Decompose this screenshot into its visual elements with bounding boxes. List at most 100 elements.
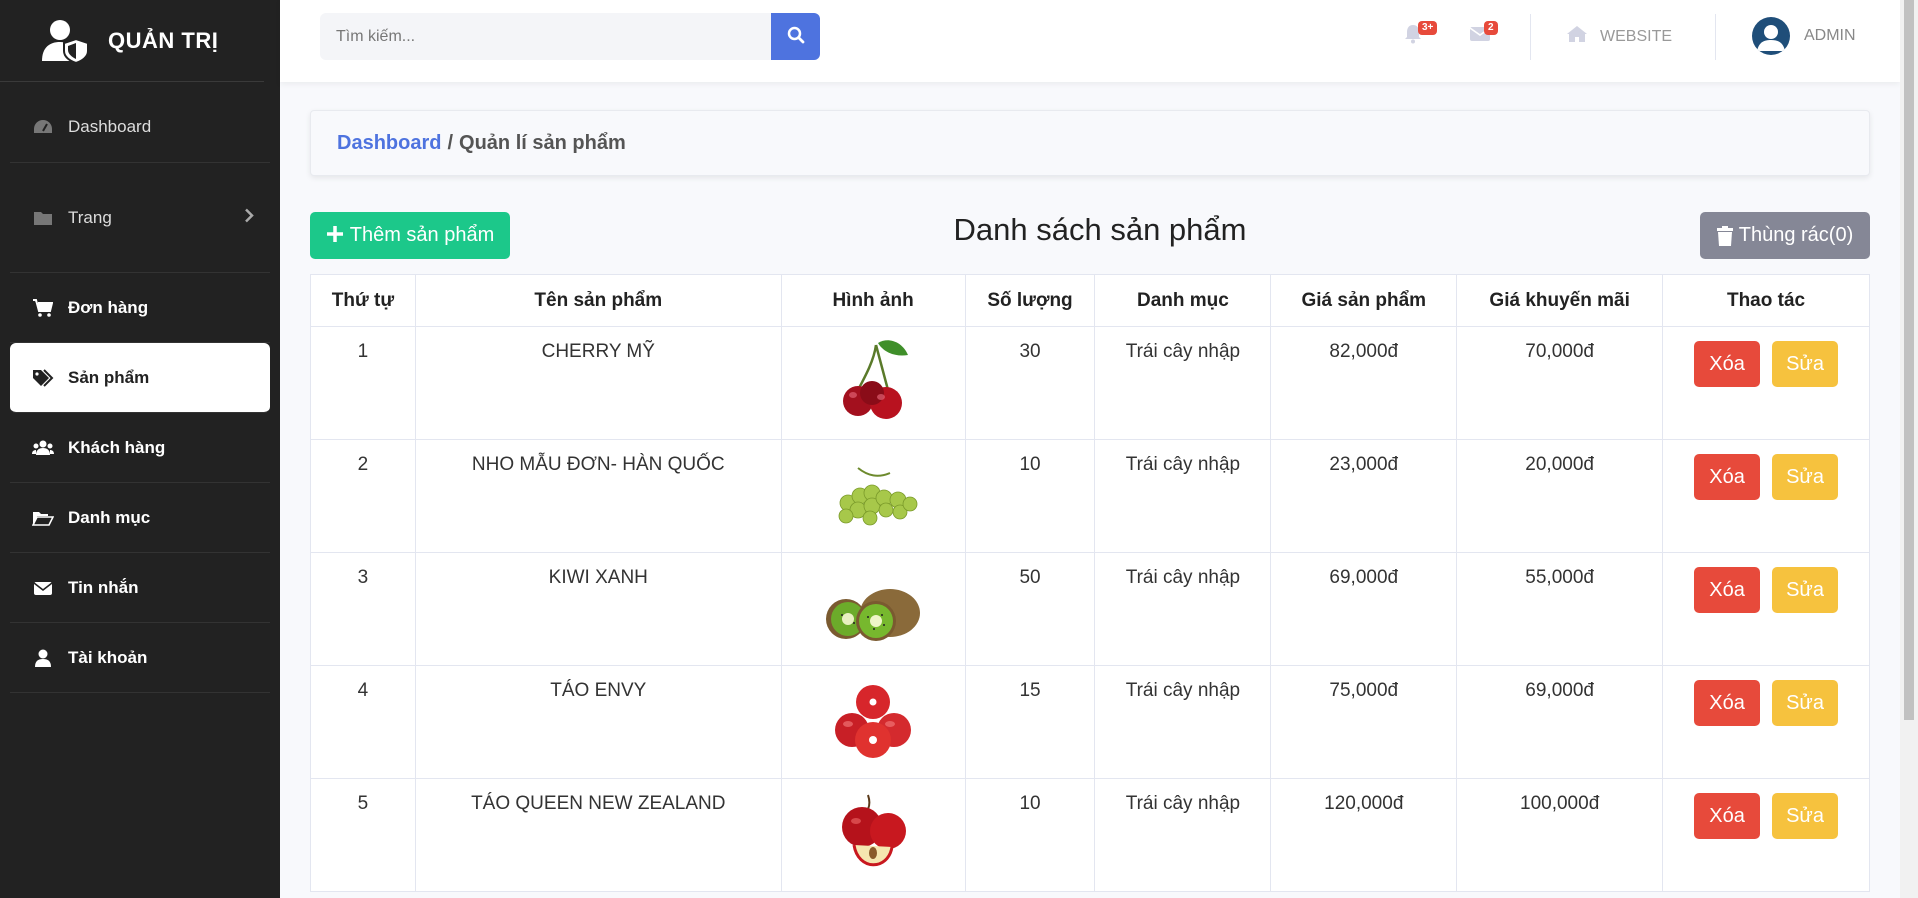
messages-button[interactable]: 2 <box>1469 21 1498 47</box>
cell-price: 69,000đ <box>1270 552 1458 666</box>
breadcrumb: Dashboard / Quản lí sản phẩm <box>310 110 1870 176</box>
edit-button[interactable]: Sửa <box>1772 341 1839 387</box>
delete-button[interactable]: Xóa <box>1694 454 1761 500</box>
column-header: Giá sản phẩm <box>1270 274 1458 327</box>
sidebar-item-label: Tin nhắn <box>68 577 139 597</box>
cell-sale-price: 20,000đ <box>1456 439 1664 553</box>
add-product-label: Thêm sản phẩm <box>349 224 495 246</box>
edit-button[interactable]: Sửa <box>1772 793 1839 839</box>
cell-name: NHO MẪU ĐƠN- HÀN QUỐC <box>414 439 782 553</box>
cell-quantity: 15 <box>964 665 1096 779</box>
website-label: WEBSITE <box>1600 27 1673 45</box>
alerts-button[interactable]: 3+ <box>1404 21 1438 49</box>
table-header-row: Thứ tự Tên sản phẩm Hình ảnh Số lượng Da… <box>310 274 1870 327</box>
breadcrumb-link-dashboard[interactable]: Dashboard <box>337 132 441 155</box>
trash-button[interactable]: Thùng rác(0) <box>1700 212 1870 259</box>
folder-open-icon <box>32 509 54 527</box>
envelope-icon <box>32 579 54 597</box>
delete-button[interactable]: Xóa <box>1694 567 1761 613</box>
cell-order: 1 <box>310 326 416 440</box>
sidebar-item-label: Khách hàng <box>68 437 166 457</box>
sidebar-item-don-hang[interactable]: Đơn hàng <box>10 273 270 343</box>
sidebar-item-trang[interactable]: Trang <box>10 163 270 273</box>
website-link[interactable]: WEBSITE <box>1566 25 1672 48</box>
grapes-image <box>818 448 928 538</box>
alerts-badge: 3+ <box>1418 21 1438 35</box>
cell-category: Trái cây nhập <box>1094 552 1272 666</box>
edit-button[interactable]: Sửa <box>1772 567 1839 613</box>
cell-price: 82,000đ <box>1270 326 1458 440</box>
cell-sale-price: 69,000đ <box>1456 665 1664 779</box>
cell-actions: Xóa Sửa <box>1662 665 1870 779</box>
tags-icon <box>32 368 54 387</box>
cherry-image <box>818 335 928 425</box>
sidebar-item-label: Tài khoản <box>68 647 148 667</box>
page-scrollbar[interactable] <box>1900 0 1918 898</box>
sidebar-item-danh-muc[interactable]: Danh mục <box>10 483 270 553</box>
sidebar-item-dashboard[interactable]: Dashboard <box>10 91 270 163</box>
cell-category: Trái cây nhập <box>1094 439 1272 553</box>
sidebar-item-khach-hang[interactable]: Khách hàng <box>10 413 270 483</box>
delete-button[interactable]: Xóa <box>1694 680 1761 726</box>
sidebar-nav: Dashboard Trang Đơn hàng Sản phẩm Khách … <box>0 91 280 693</box>
search-button[interactable] <box>771 13 820 60</box>
cell-image <box>780 665 966 779</box>
search-input[interactable] <box>320 13 771 60</box>
table-row: 3 KIWI XANH 50 Trái cây nhập 69,000đ 55,… <box>310 552 1870 666</box>
cell-order: 5 <box>310 778 416 892</box>
sidebar-item-tai-khoan[interactable]: Tài khoản <box>10 623 270 693</box>
column-header: Tên sản phẩm <box>414 274 782 327</box>
sidebar-item-san-pham[interactable]: Sản phẩm <box>10 343 270 413</box>
table-row: 1 CHERRY MỸ 30 Trái cây nhập 82,000đ 70,… <box>310 326 1870 440</box>
sidebar-item-tin-nhan[interactable]: Tin nhắn <box>10 553 270 623</box>
home-icon <box>1566 25 1588 48</box>
sidebar-item-label: Đơn hàng <box>68 297 149 317</box>
cell-actions: Xóa Sửa <box>1662 439 1870 553</box>
column-header: Giá khuyến mãi <box>1456 274 1664 327</box>
kiwi-image <box>818 561 928 651</box>
admin-shield-logo-icon <box>40 19 92 64</box>
edit-button[interactable]: Sửa <box>1772 454 1839 500</box>
cart-icon <box>32 298 54 317</box>
table-row: 4 TÁO ENVY 15 Trái cây nhập 75,000đ 69,0… <box>310 665 1870 779</box>
cell-name: KIWI XANH <box>414 552 782 666</box>
folder-icon <box>32 209 54 227</box>
cell-quantity: 30 <box>964 326 1096 440</box>
delete-button[interactable]: Xóa <box>1694 793 1761 839</box>
envy-apple-image <box>818 674 928 764</box>
sidebar-item-label: Sản phẩm <box>68 367 150 387</box>
search-form <box>320 13 820 60</box>
cell-category: Trái cây nhập <box>1094 326 1272 440</box>
cell-name: TÁO QUEEN NEW ZEALAND <box>414 778 782 892</box>
cell-order: 3 <box>310 552 416 666</box>
column-header: Hình ảnh <box>780 274 966 327</box>
sidebar-item-label: Dashboard <box>68 116 152 136</box>
topbar-divider <box>1530 14 1531 60</box>
cell-sale-price: 55,000đ <box>1456 552 1664 666</box>
column-header: Danh mục <box>1094 274 1272 327</box>
edit-button[interactable]: Sửa <box>1772 680 1839 726</box>
users-icon <box>32 439 54 457</box>
cell-name: CHERRY MỸ <box>414 326 782 440</box>
cell-order: 4 <box>310 665 416 779</box>
brand[interactable]: QUẢN TRỊ <box>0 0 264 82</box>
page-title: Danh sách sản phẩm <box>953 212 1247 247</box>
column-header: Thao tác <box>1662 274 1870 327</box>
breadcrumb-separator: / <box>447 131 454 154</box>
messages-badge: 2 <box>1484 21 1498 35</box>
brand-title: QUẢN TRỊ <box>108 27 219 53</box>
topbar-divider <box>1715 14 1716 60</box>
trash-label: Thùng rác(0) <box>1738 224 1854 246</box>
scrollbar-thumb[interactable] <box>1904 0 1914 720</box>
user-menu[interactable]: ADMIN <box>1752 17 1856 55</box>
user-name: ADMIN <box>1804 27 1856 44</box>
plus-icon <box>326 222 344 250</box>
table-row: 5 TÁO QUEEN NEW ZEALAND 10 Trái cây nhập… <box>310 778 1870 892</box>
cell-quantity: 10 <box>964 778 1096 892</box>
cell-sale-price: 100,000đ <box>1456 778 1664 892</box>
add-product-button[interactable]: Thêm sản phẩm <box>310 212 510 259</box>
cell-name: TÁO ENVY <box>414 665 782 779</box>
search-icon <box>787 26 805 47</box>
products-table: Thứ tự Tên sản phẩm Hình ảnh Số lượng Da… <box>310 274 1870 892</box>
delete-button[interactable]: Xóa <box>1694 341 1761 387</box>
